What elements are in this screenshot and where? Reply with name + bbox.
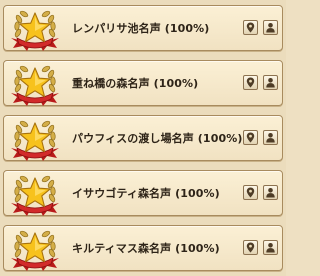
map-pin-icon[interactable] <box>243 75 258 90</box>
achievement-label: キルティマス森名声 (100%) <box>72 242 220 255</box>
achievement-label: レンパリサ池名声 (100%) <box>72 22 210 35</box>
achievement-label: イサウゴティ森名声 (100%) <box>72 187 220 200</box>
achievement-row[interactable]: パウフィスの渡し場名声 (100%) <box>3 115 283 161</box>
person-icon[interactable] <box>263 75 278 90</box>
map-pin-icon[interactable] <box>243 185 258 200</box>
achievement-row[interactable]: キルティマス森名声 (100%) <box>3 225 283 271</box>
person-icon[interactable] <box>263 20 278 35</box>
laurel-star-icon <box>9 8 61 52</box>
person-icon[interactable] <box>263 240 278 255</box>
achievement-row[interactable]: イサウゴティ森名声 (100%) <box>3 170 283 216</box>
achievement-label: 重ね橋の森名声 (100%) <box>72 77 199 90</box>
achievement-list: レンパリサ池名声 (100%) 重ね橋の森名声 (100%) パウフィスの渡し場… <box>0 0 286 276</box>
laurel-star-icon <box>9 63 61 107</box>
map-pin-icon[interactable] <box>243 130 258 145</box>
achievement-row[interactable]: レンパリサ池名声 (100%) <box>3 5 283 51</box>
map-pin-icon[interactable] <box>243 20 258 35</box>
achievement-label: パウフィスの渡し場名声 (100%) <box>72 132 243 145</box>
laurel-star-icon <box>9 118 61 162</box>
laurel-star-icon <box>9 228 61 272</box>
person-icon[interactable] <box>263 185 278 200</box>
person-icon[interactable] <box>263 130 278 145</box>
map-pin-icon[interactable] <box>243 240 258 255</box>
laurel-star-icon <box>9 173 61 217</box>
achievement-row[interactable]: 重ね橋の森名声 (100%) <box>3 60 283 106</box>
